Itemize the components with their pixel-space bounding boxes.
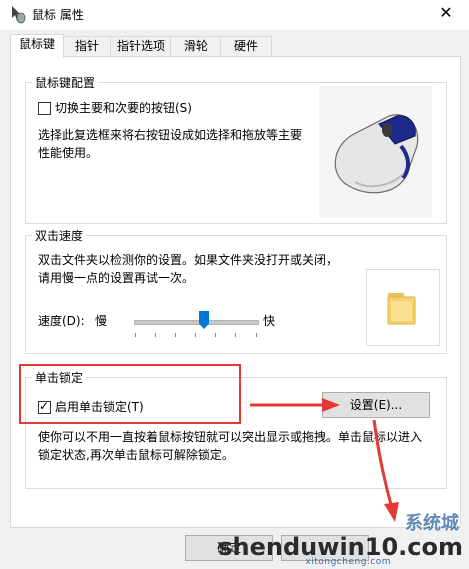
click-lock-description: 使你可以不用一直按着鼠标按钮就可以突出显示或拖拽。单击鼠标以进入锁定状态,再次单… bbox=[38, 430, 423, 462]
mouse-properties-window: 鼠标 属性 ✕ 鼠标键 指针 指针选项 滑轮 硬件 鼠标键配置 切换主要和次要的… bbox=[0, 0, 469, 569]
slider-tick bbox=[235, 333, 236, 337]
tab-content-panel: 鼠标键配置 切换主要和次要的按钮(S) 选择此复选框来将右按钮设成如选择和拖放等… bbox=[10, 56, 461, 528]
slider-tick bbox=[256, 333, 257, 337]
switch-buttons-description: 选择此复选框来将右按钮设成如选择和拖放等主要性能使用。 bbox=[38, 128, 303, 160]
mouse-illustration bbox=[319, 86, 432, 217]
close-icon: ✕ bbox=[439, 3, 453, 22]
slider-tick bbox=[175, 333, 176, 337]
window-title: 鼠标 属性 bbox=[32, 8, 84, 22]
speed-label: 速度(D): bbox=[38, 314, 85, 328]
tab-hardware[interactable]: 硬件 bbox=[220, 36, 272, 56]
watermark-sub-text: xitongcheng.com bbox=[305, 557, 391, 567]
mouse-icon bbox=[334, 114, 419, 194]
folder-icon bbox=[387, 293, 416, 325]
tab-pointers[interactable]: 指针 bbox=[62, 36, 112, 56]
switch-buttons-checkbox[interactable] bbox=[38, 102, 51, 115]
tab-pointer-options[interactable]: 指针选项 bbox=[110, 36, 172, 56]
group-title: 鼠标键配置 bbox=[32, 74, 99, 91]
title-bar: 鼠标 属性 ✕ bbox=[0, 0, 469, 30]
tab-buttons[interactable]: 鼠标键 bbox=[10, 34, 64, 58]
annotation-highlight-box bbox=[19, 364, 241, 424]
click-lock-settings-button[interactable]: 设置(E)... bbox=[322, 392, 430, 418]
slider-tick bbox=[135, 333, 136, 337]
close-button[interactable]: ✕ bbox=[429, 0, 463, 28]
slider-tick bbox=[195, 333, 196, 337]
site-watermark: 系统城 shenduwin10.com xitongcheng.com bbox=[209, 509, 469, 569]
speed-slow-label: 慢 bbox=[95, 314, 108, 328]
slider-tick bbox=[215, 333, 216, 337]
watermark-cn-text: 系统城 bbox=[405, 513, 459, 534]
switch-buttons-label[interactable]: 切换主要和次要的按钮(S) bbox=[55, 99, 192, 117]
mouse-app-icon bbox=[12, 6, 26, 24]
slider-tick bbox=[155, 333, 156, 337]
speed-fast-label: 快 bbox=[263, 314, 276, 328]
test-folder-area[interactable] bbox=[366, 269, 440, 346]
tab-wheel[interactable]: 滑轮 bbox=[170, 36, 222, 56]
speed-slider-track[interactable] bbox=[134, 320, 259, 325]
double-click-description: 双击文件夹以检测你的设置。如果文件夹没打开或关闭，请用慢一点的设置再试一次。 bbox=[38, 253, 339, 285]
group-title: 双击速度 bbox=[32, 227, 87, 244]
